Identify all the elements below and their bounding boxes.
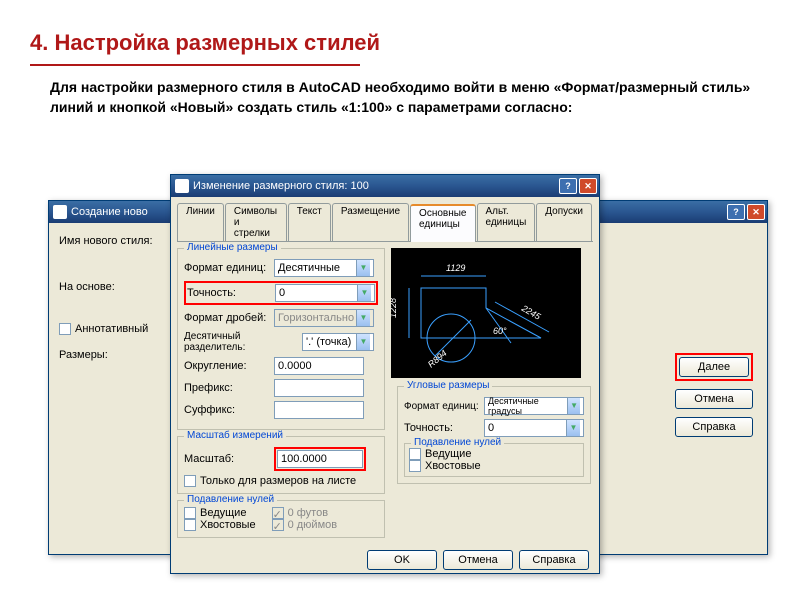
tab-alt-units[interactable]: Альт. единицы: [477, 203, 536, 241]
app-icon: ▦: [53, 205, 67, 219]
label-ang-format: Формат единиц:: [404, 401, 484, 412]
fraction-format-select: Горизонтально▼: [274, 309, 374, 327]
label-new-style-name: Имя нового стиля:: [59, 235, 179, 247]
chevron-down-icon: ▼: [567, 398, 580, 414]
chevron-down-icon: ▼: [357, 285, 371, 301]
angular-group: Угловые размеры Формат единиц: Десятичны…: [397, 386, 591, 484]
help-icon[interactable]: ?: [559, 178, 577, 194]
label-decimal-sep: Десятичный разделитель:: [184, 331, 302, 353]
precision-select[interactable]: 0▼: [275, 284, 375, 302]
chevron-down-icon: ▼: [356, 310, 370, 326]
help-icon[interactable]: ?: [727, 204, 745, 220]
cancel-button[interactable]: Отмена: [675, 389, 753, 409]
chevron-down-icon: ▼: [566, 420, 580, 436]
svg-text:1228: 1228: [391, 298, 398, 318]
ang-format-select[interactable]: Десятичные градусы▼: [484, 397, 584, 415]
help-button[interactable]: Справка: [675, 417, 753, 437]
label-based-on: На основе:: [59, 281, 179, 293]
titlebar[interactable]: ▦ Изменение размерного стиля: 100 ? ✕: [171, 175, 599, 197]
cancel-button[interactable]: Отмена: [443, 550, 513, 570]
tab-lines[interactable]: Линии: [177, 203, 224, 241]
tab-placement[interactable]: Размещение: [332, 203, 409, 241]
page-description: Для настройки размерного стиля в AutoCAD…: [0, 66, 800, 117]
page-title: 4. Настройка размерных стилей: [0, 0, 800, 64]
layout-only-checkbox[interactable]: Только для размеров на листе: [184, 475, 378, 487]
tab-text[interactable]: Текст: [288, 203, 331, 241]
chevron-down-icon: ▼: [356, 334, 370, 350]
svg-text:1129: 1129: [446, 263, 465, 273]
label-sizes: Размеры:: [59, 349, 179, 361]
scale-legend: Масштаб измерений: [184, 430, 286, 441]
svg-text:R894: R894: [426, 348, 449, 369]
chevron-down-icon: ▼: [356, 260, 370, 276]
annotative-label: Аннотативный: [75, 323, 148, 335]
help-button[interactable]: Справка: [519, 550, 589, 570]
ok-button[interactable]: OK: [367, 550, 437, 570]
inches-checkbox: ✓0 дюймов: [272, 519, 338, 531]
label-scale: Масштаб:: [184, 453, 274, 465]
angular-legend: Угловые размеры: [404, 380, 492, 391]
preview-pane: 1129 1228 2245 60° R894: [391, 248, 581, 378]
ang-leading-checkbox[interactable]: Ведущие: [409, 448, 579, 460]
tab-tolerances[interactable]: Допуски: [536, 203, 592, 241]
scale-group: Масштаб измерений Масштаб: Только для ра…: [177, 436, 385, 494]
ang-suppress-legend: Подавление нулей: [411, 437, 504, 448]
close-icon[interactable]: ✕: [747, 204, 765, 220]
unit-format-select[interactable]: Десятичные▼: [274, 259, 374, 277]
svg-text:2245: 2245: [519, 303, 543, 323]
scale-input[interactable]: [277, 450, 363, 468]
modify-dim-style-dialog: ▦ Изменение размерного стиля: 100 ? ✕ Ли…: [170, 174, 600, 574]
tab-bar: Линии Символы и стрелки Текст Размещение…: [177, 203, 593, 242]
label-rounding: Округление:: [184, 360, 274, 372]
dialog-footer: OK Отмена Справка: [171, 544, 599, 576]
ang-precision-select[interactable]: 0▼: [484, 419, 584, 437]
label-suffix: Суффикс:: [184, 404, 274, 416]
checkbox-icon: [59, 323, 71, 335]
suffix-input[interactable]: [274, 401, 364, 419]
label-fraction-format: Формат дробей:: [184, 312, 274, 324]
window-title: Изменение размерного стиля: 100: [193, 180, 557, 192]
linear-dims-group: Линейные размеры Формат единиц: Десятичн…: [177, 248, 385, 430]
label-unit-format: Формат единиц:: [184, 262, 274, 274]
label-prefix: Префикс:: [184, 382, 274, 394]
tab-primary-units[interactable]: Основные единицы: [410, 204, 475, 242]
close-icon[interactable]: ✕: [579, 178, 597, 194]
linear-legend: Линейные размеры: [184, 242, 281, 253]
tab-symbols[interactable]: Символы и стрелки: [225, 203, 287, 241]
label-ang-precision: Точность:: [404, 422, 484, 434]
suppress-legend: Подавление нулей: [184, 494, 277, 505]
label-precision: Точность:: [187, 287, 275, 299]
trailing-checkbox[interactable]: Хвостовые: [184, 519, 256, 531]
prefix-input[interactable]: [274, 379, 364, 397]
decimal-sep-select[interactable]: '.' (точка)▼: [302, 333, 374, 351]
ang-trailing-checkbox[interactable]: Хвостовые: [409, 460, 579, 472]
suppress-zeros-group: Подавление нулей Ведущие Хвостовые ✓0 фу…: [177, 500, 385, 538]
feet-checkbox: ✓0 футов: [272, 507, 338, 519]
svg-text:60°: 60°: [493, 326, 507, 336]
rounding-input[interactable]: [274, 357, 364, 375]
app-icon: ▦: [175, 179, 189, 193]
ang-suppress-group: Подавление нулей Ведущие Хвостовые: [404, 443, 584, 477]
leading-checkbox[interactable]: Ведущие: [184, 507, 256, 519]
next-button[interactable]: Далее: [679, 357, 749, 377]
